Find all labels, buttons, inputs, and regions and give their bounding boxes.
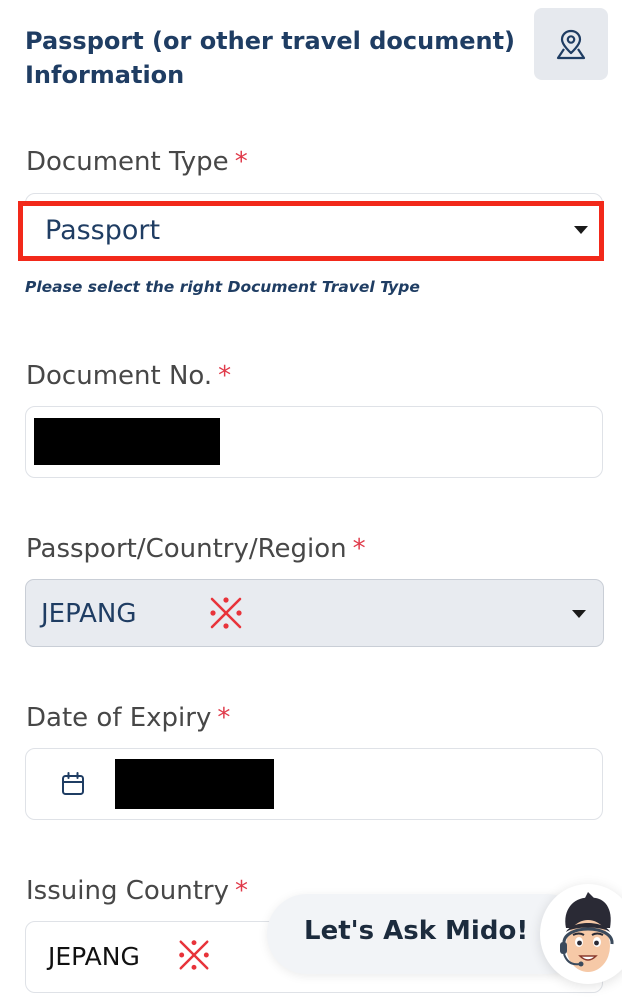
issuing-country-value: JEPANG — [48, 942, 140, 971]
document-no-label: Document No. * — [26, 361, 232, 391]
required-mark: * — [352, 534, 366, 564]
required-mark: * — [218, 361, 232, 391]
passport-country-label: Passport/Country/Region * — [26, 534, 366, 564]
calendar-icon — [62, 772, 84, 795]
redacted-value — [34, 418, 220, 465]
ask-mido-label: Let's Ask Mido! — [304, 916, 529, 946]
required-mark: * — [235, 876, 248, 906]
document-type-label: Document Type * — [26, 147, 248, 177]
map-button[interactable] — [534, 8, 608, 80]
ask-mido-button[interactable]: Let's Ask Mido! — [267, 894, 587, 974]
document-type-value: Passport — [45, 215, 161, 246]
map-pin-icon — [556, 29, 586, 60]
redacted-value — [115, 759, 274, 809]
document-no-input[interactable] — [25, 406, 603, 478]
caret-down-icon — [572, 610, 586, 618]
document-type-hint: Please select the right Document Travel … — [25, 278, 420, 296]
caret-down-icon — [574, 226, 588, 234]
required-mark: * — [217, 703, 231, 733]
passport-country-value: JEPANG — [41, 599, 137, 629]
red-x-mark-icon — [210, 597, 242, 629]
section-title-line2: Information — [25, 61, 185, 89]
passport-country-select[interactable]: JEPANG — [25, 579, 604, 647]
section-title-line1: Passport (or other travel document) — [25, 27, 516, 55]
section-title: Passport (or other travel document) Info… — [25, 24, 535, 92]
document-type-select[interactable]: Passport — [18, 201, 604, 261]
date-of-expiry-label: Date of Expiry * — [26, 703, 231, 733]
required-mark: * — [234, 147, 248, 177]
red-x-mark-icon — [179, 940, 209, 970]
issuing-country-label: Issuing Country * — [26, 876, 248, 906]
date-of-expiry-input[interactable] — [25, 748, 603, 820]
